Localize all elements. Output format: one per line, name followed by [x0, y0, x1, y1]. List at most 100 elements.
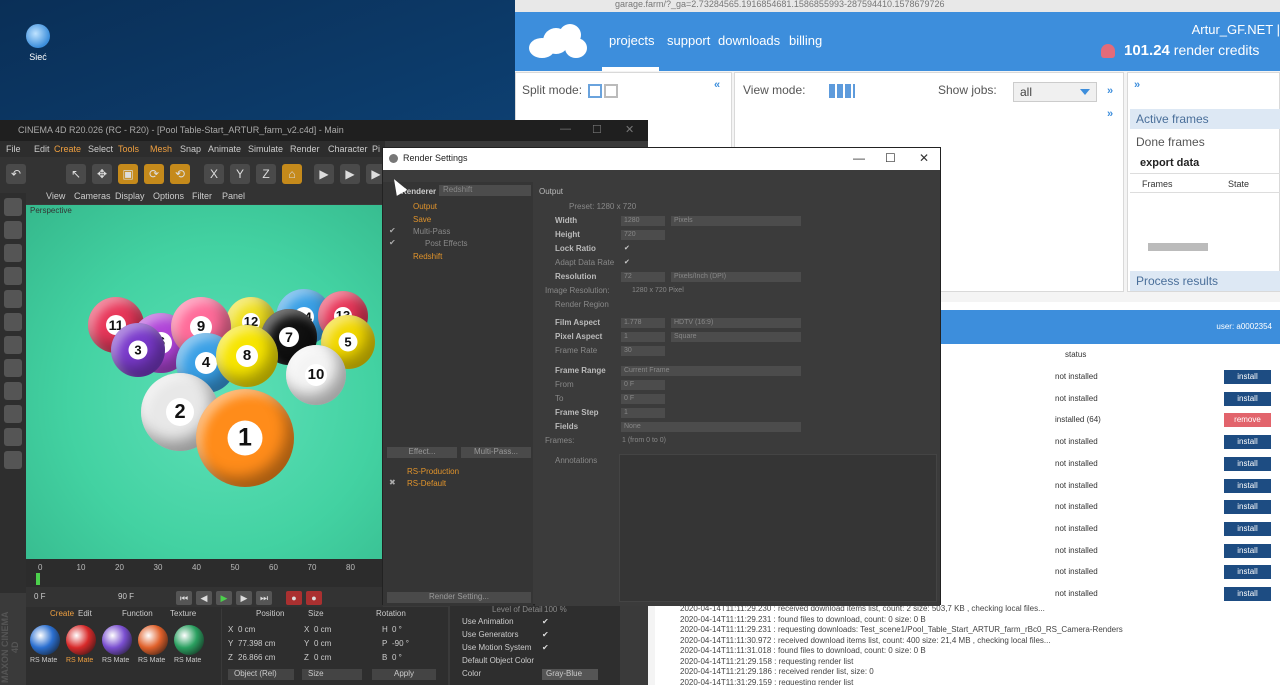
multipass-button[interactable]: Multi-Pass...: [461, 447, 531, 458]
tree-post-effects[interactable]: Post Effects: [425, 239, 468, 248]
menu-select[interactable]: Select: [88, 144, 113, 154]
close-icon[interactable]: ✕: [625, 123, 634, 136]
install-button[interactable]: install: [1224, 456, 1271, 471]
install-button[interactable]: install: [1224, 543, 1271, 558]
setting-value[interactable]: ✔: [621, 244, 665, 254]
tree-redshift[interactable]: Redshift: [413, 252, 442, 261]
menu-create[interactable]: Create: [54, 144, 81, 154]
record-icon[interactable]: ●: [286, 591, 302, 605]
menu-tools[interactable]: Tools: [118, 144, 139, 154]
annotations-field[interactable]: [619, 454, 937, 602]
coord-mode-select[interactable]: Object (Rel): [228, 669, 294, 680]
preset-label[interactable]: Preset: 1280 x 720: [569, 202, 636, 211]
undo-icon[interactable]: ↶: [6, 164, 26, 184]
setting-value[interactable]: Current Frame: [621, 366, 801, 376]
menu-simulate[interactable]: Simulate: [248, 144, 283, 154]
recent-tool-icon[interactable]: ⟲: [170, 164, 190, 184]
install-button[interactable]: install: [1224, 478, 1271, 493]
previous-frame-icon[interactable]: ◀: [196, 591, 212, 605]
material-swatch[interactable]: [30, 625, 60, 655]
coord-cell[interactable]: 77.398 cm: [238, 639, 275, 648]
level-of-detail-value[interactable]: 100 %: [544, 605, 567, 614]
network-desktop-icon[interactable]: Sieć: [18, 24, 58, 62]
x-axis-icon[interactable]: X: [204, 164, 224, 184]
frame-end[interactable]: 90 F: [118, 592, 134, 601]
close-icon[interactable]: ✕: [919, 151, 929, 165]
install-button[interactable]: install: [1224, 435, 1271, 450]
setting-value[interactable]: 0 F: [621, 394, 665, 404]
y-axis-icon[interactable]: Y: [230, 164, 250, 184]
menu-character[interactable]: Character: [328, 144, 368, 154]
apply-button[interactable]: Apply: [372, 669, 436, 680]
setting-value[interactable]: None: [621, 422, 801, 432]
playhead[interactable]: [36, 573, 40, 585]
menu-snap[interactable]: Snap: [180, 144, 201, 154]
nav-support[interactable]: support: [667, 33, 710, 48]
install-button[interactable]: install: [1224, 521, 1271, 536]
setting-value[interactable]: 720: [621, 230, 665, 240]
menu-file[interactable]: File: [6, 144, 21, 154]
minimize-icon[interactable]: —: [853, 151, 865, 165]
side-tool-icon[interactable]: [4, 382, 22, 400]
expand-right-icon-2[interactable]: »: [1107, 108, 1113, 120]
side-tool-icon[interactable]: [4, 290, 22, 308]
setting-unit-select[interactable]: HDTV (16:9): [671, 318, 801, 328]
attr-checkbox[interactable]: ✔: [542, 617, 549, 626]
side-tool-icon[interactable]: [4, 267, 22, 285]
maximize-icon[interactable]: ☐: [885, 151, 896, 165]
setting-value[interactable]: 0 F: [621, 380, 665, 390]
maximize-icon[interactable]: ☐: [592, 123, 602, 136]
collapse-left-icon[interactable]: «: [714, 79, 720, 91]
setting-value[interactable]: 1: [621, 332, 665, 342]
material-swatch[interactable]: [174, 625, 204, 655]
default-color-select[interactable]: Gray-Blue: [542, 669, 598, 680]
side-tool-icon[interactable]: [4, 198, 22, 216]
coord-cell[interactable]: 0 °: [392, 653, 402, 662]
effect-button[interactable]: Effect...: [387, 447, 457, 458]
material-tab-edit[interactable]: Edit: [78, 609, 92, 618]
select-icon[interactable]: ↖: [66, 164, 86, 184]
side-tool-icon[interactable]: [4, 428, 22, 446]
setting-value[interactable]: ✔: [621, 258, 665, 268]
active-frames-tab[interactable]: Active frames: [1130, 109, 1280, 129]
z-axis-icon[interactable]: Z: [256, 164, 276, 184]
material-swatch[interactable]: [138, 625, 168, 655]
tree-multipass[interactable]: Multi-Pass: [413, 227, 450, 236]
viewport-menu-cameras[interactable]: Cameras: [74, 191, 111, 201]
setting-value[interactable]: 30: [621, 346, 665, 356]
tree-output[interactable]: Output: [413, 202, 437, 211]
setting-unit-select[interactable]: Pixels: [671, 216, 801, 226]
go-to-start-icon[interactable]: ⏮: [176, 591, 192, 605]
coord-cell[interactable]: 0 cm: [238, 625, 255, 634]
coord-size-select[interactable]: Size: [302, 669, 362, 680]
coord-cell[interactable]: 0 cm: [314, 625, 331, 634]
viewport-menu-panel[interactable]: Panel: [222, 191, 245, 201]
checkbox-post-effects[interactable]: ✔: [389, 238, 396, 247]
rotate-icon[interactable]: ⟳: [144, 164, 164, 184]
install-button[interactable]: install: [1224, 370, 1271, 384]
side-tool-icon[interactable]: [4, 244, 22, 262]
install-button[interactable]: install: [1224, 391, 1271, 406]
render-picture-viewer-icon[interactable]: ▶: [340, 164, 360, 184]
next-frame-icon[interactable]: ▶: [236, 591, 252, 605]
viewport-menu-view[interactable]: View: [46, 191, 65, 201]
side-tool-icon[interactable]: [4, 336, 22, 354]
coord-cell[interactable]: 0 cm: [314, 639, 331, 648]
grid-view-icon[interactable]: [829, 84, 855, 98]
user-name[interactable]: Artur_GF.NET |: [1192, 22, 1280, 37]
menu-edit[interactable]: Edit: [34, 144, 50, 154]
menu-render[interactable]: Render: [290, 144, 320, 154]
coordinate-system-icon[interactable]: ⌂: [282, 164, 302, 184]
setting-value[interactable]: 1: [621, 408, 665, 418]
install-button[interactable]: install: [1224, 587, 1271, 601]
checkbox-multipass[interactable]: ✔: [389, 226, 396, 235]
coord-cell[interactable]: 0 cm: [314, 653, 331, 662]
side-tool-icon[interactable]: [4, 221, 22, 239]
side-tool-icon[interactable]: [4, 313, 22, 331]
setting-unit-select[interactable]: Pixels/Inch (DPI): [671, 272, 801, 282]
side-tool-icon[interactable]: [4, 451, 22, 469]
material-swatch[interactable]: [66, 625, 96, 655]
setting-value[interactable]: 1.778: [621, 318, 665, 328]
frame-start[interactable]: 0 F: [34, 592, 46, 601]
play-icon[interactable]: ▶: [216, 591, 232, 605]
